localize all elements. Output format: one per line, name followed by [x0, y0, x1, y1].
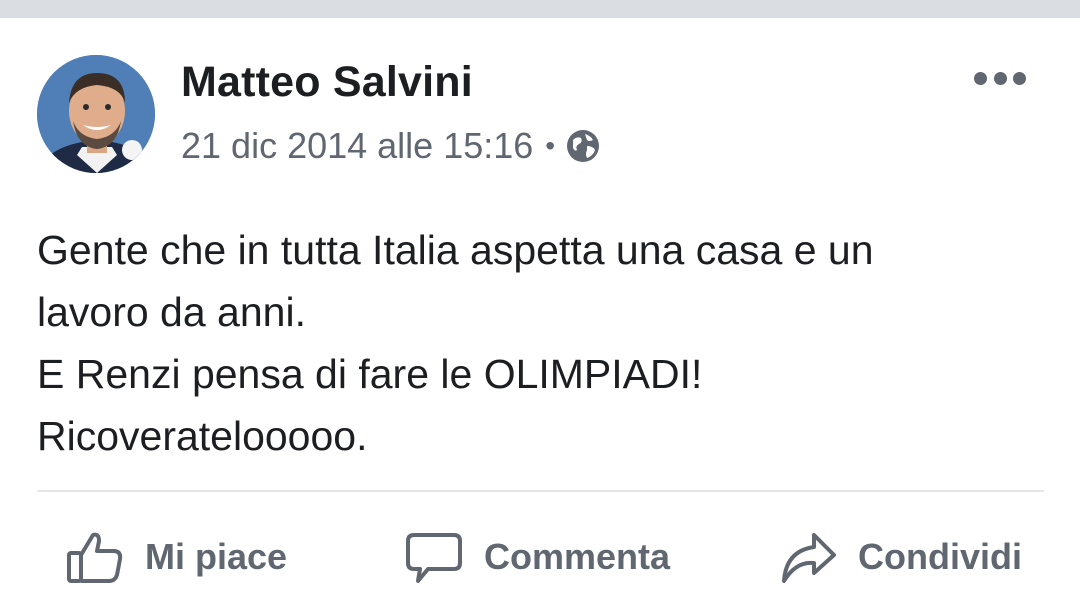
comment-label: Commenta	[484, 536, 671, 577]
avatar-image	[37, 55, 155, 173]
share-label: Condividi	[858, 536, 1022, 577]
author-name[interactable]: Matteo Salvini	[181, 58, 473, 107]
divider	[37, 490, 1044, 492]
post-meta: 21 dic 2014 alle 15:16 •	[181, 124, 601, 168]
more-options-icon	[1013, 71, 1026, 85]
post-text-line: lavoro da anni.	[37, 289, 306, 335]
share-button[interactable]: Condividi	[778, 525, 1022, 589]
post-timestamp[interactable]: 21 dic 2014 alle 15:16	[181, 125, 533, 167]
post-text-line: Gente che in tutta Italia aspetta una ca…	[37, 227, 874, 273]
more-options-button[interactable]	[970, 60, 1030, 96]
comment-button[interactable]: Commenta	[404, 525, 670, 589]
share-arrow-icon	[782, 533, 836, 583]
more-options-icon	[993, 71, 1007, 85]
post-text-line: Ricoveratelooooo.	[37, 413, 368, 459]
like-button[interactable]: Mi piace	[65, 525, 287, 589]
comment-bubble-icon	[406, 533, 462, 583]
like-label: Mi piace	[145, 536, 288, 577]
more-options-icon	[974, 71, 987, 85]
top-bar	[0, 0, 1080, 18]
avatar[interactable]	[37, 55, 155, 173]
post-text: Gente che in tutta Italia aspetta una ca…	[37, 219, 1047, 467]
meta-separator: •	[545, 130, 556, 161]
post-text-line: E Renzi pensa di fare le OLIMPIADI!	[37, 351, 703, 397]
globe-icon	[567, 130, 600, 162]
thumbs-up-icon	[67, 532, 123, 583]
